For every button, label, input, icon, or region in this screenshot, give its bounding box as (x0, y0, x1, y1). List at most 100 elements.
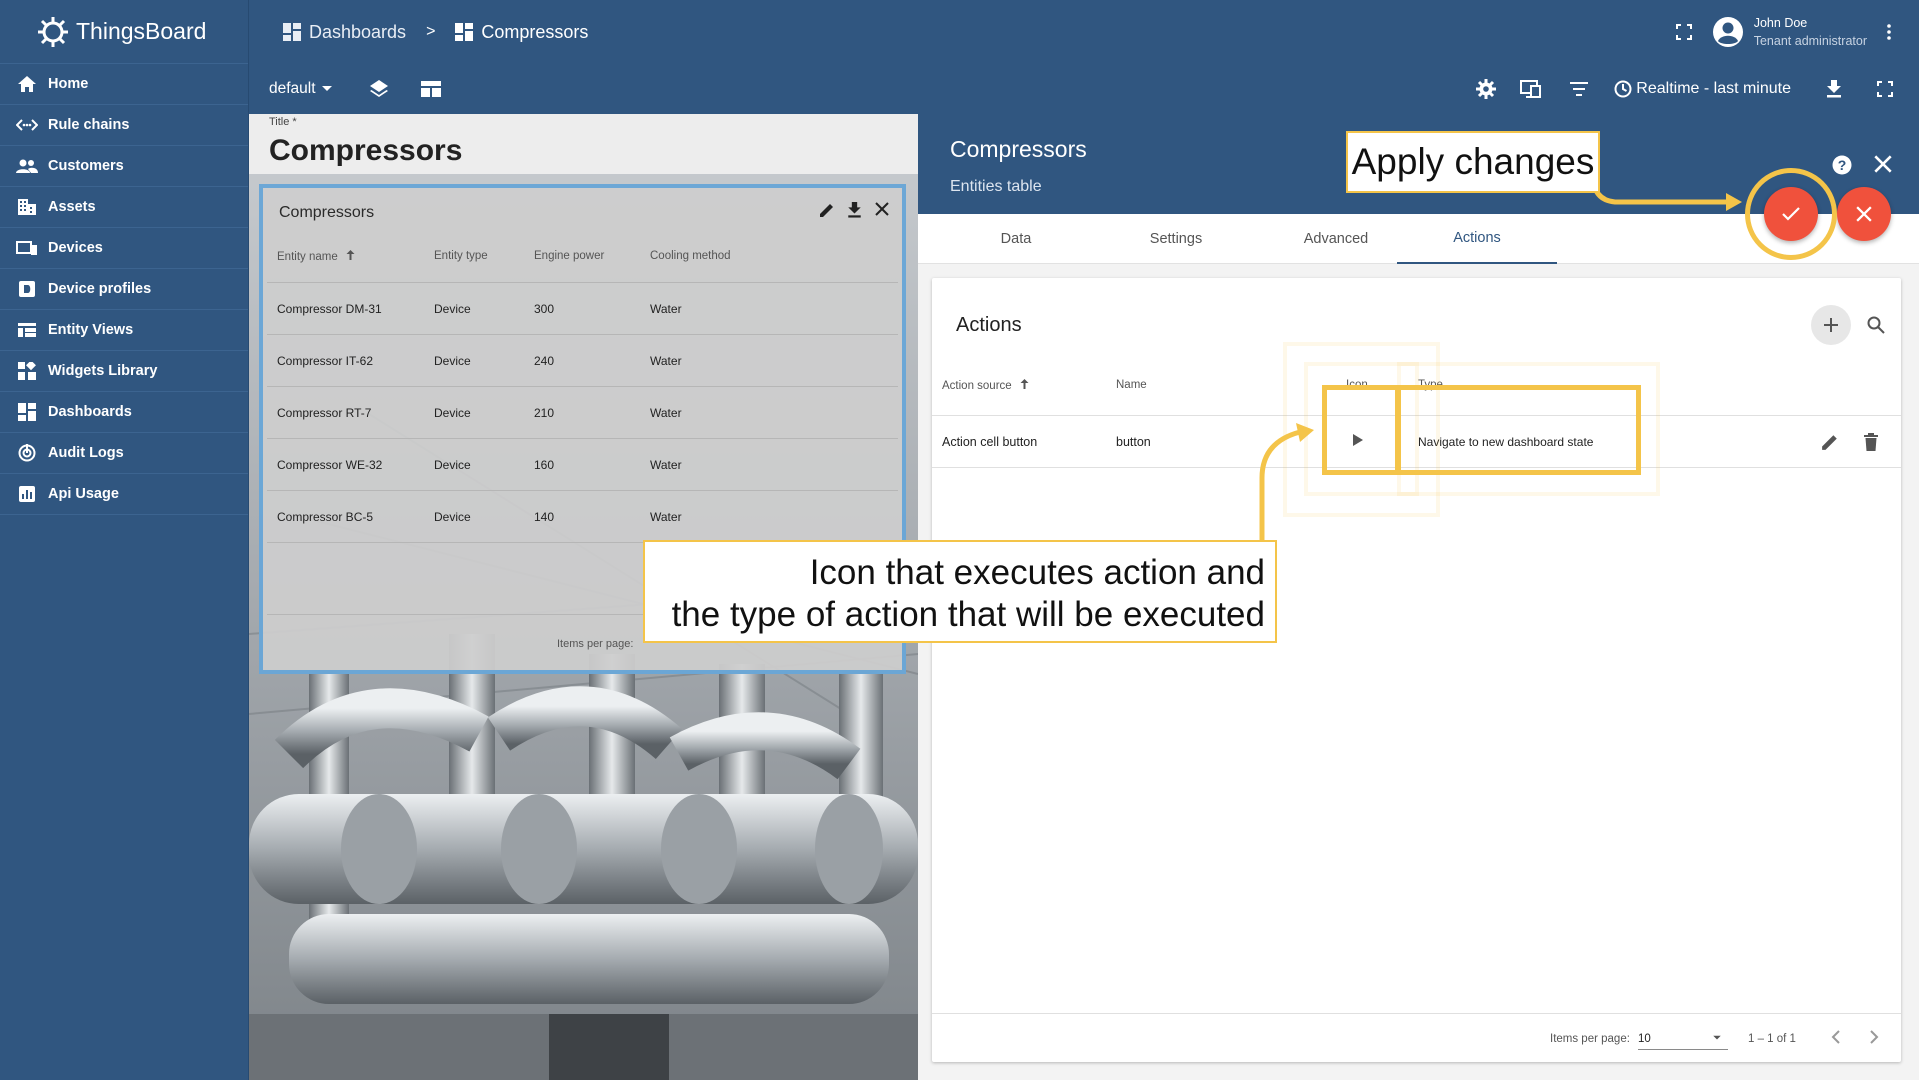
sidebar-item-home[interactable]: Home (0, 64, 248, 105)
sidebar-item-entity-views[interactable]: Entity Views (0, 310, 248, 351)
tab-settings[interactable]: Settings (1096, 214, 1256, 264)
dashboard-toolbar-right: Realtime - last minute (1476, 64, 1919, 114)
layers-icon[interactable] (369, 79, 389, 99)
fullscreen-icon[interactable] (1877, 81, 1893, 97)
breadcrumb-compressors: Compressors (455, 22, 588, 43)
close-icon[interactable] (1874, 155, 1892, 178)
close-icon[interactable] (875, 202, 889, 221)
user-area: John Doe Tenant administrator (1675, 0, 1919, 64)
table-row[interactable]: Compressor DM-31 Device 300 Water (267, 283, 898, 335)
edit-icon[interactable] (1821, 433, 1839, 454)
user-info[interactable]: John Doe Tenant administrator (1754, 14, 1867, 50)
sidebar-item-label: Entity Views (48, 322, 134, 338)
filter-icon[interactable] (1570, 82, 1589, 96)
table-row[interactable]: Action cell button button Navigate to ne… (932, 416, 1901, 468)
cell-engine-power: 160 (534, 458, 555, 472)
column-header-entity-type[interactable]: Entity type (434, 250, 488, 262)
breadcrumb-label: Dashboards (309, 21, 407, 42)
arrow-up-icon (1020, 379, 1029, 389)
add-action-button[interactable] (1811, 305, 1851, 345)
column-header-entity-name[interactable]: Entity name (277, 250, 355, 263)
chevron-right-icon[interactable] (1870, 1030, 1879, 1047)
thingsboard-logo-icon (38, 16, 68, 47)
title-field-label: Title * (269, 116, 297, 128)
column-header-name[interactable]: Name (1116, 379, 1147, 391)
app-logo[interactable]: ThingsBoard (0, 0, 248, 64)
download-icon[interactable] (1827, 80, 1841, 98)
items-per-page-label: Items per page: (557, 638, 634, 650)
cell-entity-type: Device (434, 302, 471, 316)
search-button[interactable] (1858, 307, 1894, 343)
table-row[interactable]: Compressor WE-32 Device 160 Water (267, 439, 898, 491)
entity-views-icon (16, 320, 38, 340)
timewindow-button[interactable]: Realtime - last minute (1614, 80, 1791, 98)
sidebar-item-widgets-library[interactable]: Widgets Library (0, 351, 248, 392)
chevron-left-icon[interactable] (1831, 1030, 1840, 1047)
widgets-icon (16, 361, 38, 381)
cell-entity-type: Device (434, 406, 471, 420)
arrow-up-icon (346, 250, 355, 260)
rule-chain-icon (16, 115, 38, 135)
sidebar-item-rule-chains[interactable]: Rule chains (0, 105, 248, 146)
dashboard-state-value: default (269, 80, 316, 97)
delete-icon[interactable] (1864, 433, 1878, 454)
column-header-engine-power[interactable]: Engine power (534, 250, 604, 262)
layout-icon[interactable] (420, 81, 441, 97)
download-icon[interactable] (848, 202, 861, 223)
fullscreen-icon[interactable] (1675, 24, 1692, 40)
edit-icon[interactable] (819, 202, 835, 223)
sidebar-item-audit-logs[interactable]: Audit Logs (0, 433, 248, 474)
arrow-drop-down-icon (1713, 1035, 1721, 1040)
user-role: Tenant administrator (1753, 34, 1867, 48)
clock-icon (1614, 80, 1632, 98)
tab-data[interactable]: Data (936, 214, 1096, 264)
cell-engine-power: 140 (534, 510, 555, 524)
column-header-action-source[interactable]: Action source (942, 379, 1029, 392)
column-header-cooling-method[interactable]: Cooling method (650, 250, 731, 262)
sidebar-item-label: Widgets Library (48, 363, 158, 379)
sidebar-item-assets[interactable]: Assets (0, 187, 248, 228)
dashboards-icon (283, 23, 301, 41)
play-arrow-icon (1353, 434, 1363, 449)
sidebar-item-label: Devices (48, 240, 103, 256)
sidebar-item-api-usage[interactable]: Api Usage (0, 474, 248, 515)
breadcrumb-dashboards[interactable]: Dashboards (283, 22, 406, 43)
column-header-icon[interactable]: Icon (1346, 379, 1368, 391)
tab-actions[interactable]: Actions (1397, 214, 1557, 264)
sidebar-item-device-profiles[interactable]: Device profiles (0, 269, 248, 310)
arrow-drop-down-icon (321, 86, 332, 91)
dashboard-state-select[interactable]: default (269, 80, 333, 98)
dashboard-title-bar[interactable]: Title * Compressors (249, 114, 918, 174)
more-vert-icon[interactable] (1887, 24, 1891, 40)
sidebar-item-customers[interactable]: Customers (0, 146, 248, 187)
column-header-type[interactable]: Type (1418, 379, 1443, 391)
user-name: John Doe (1753, 16, 1808, 30)
tab-advanced[interactable]: Advanced (1256, 214, 1416, 264)
help-icon[interactable]: ? (1832, 155, 1852, 180)
table-row[interactable]: Compressor IT-62 Device 240 Water (267, 335, 898, 387)
breadcrumb-label: Compressors (481, 21, 589, 42)
sidebar-item-label: Api Usage (48, 486, 119, 502)
apply-changes-button[interactable] (1764, 187, 1818, 241)
widget-config-body: Actions Action source Name Icon Type Act… (918, 264, 1919, 1080)
items-per-page-label: Items per page: (1550, 1033, 1630, 1045)
sidebar-item-label: Rule chains (48, 117, 130, 133)
cell-entity-type: Device (434, 354, 471, 368)
table-row[interactable]: Compressor BC-5 Device 140 Water (267, 491, 898, 543)
cell-entity-name: Compressor BC-5 (277, 510, 374, 524)
svg-text:?: ? (1838, 157, 1847, 173)
decline-changes-button[interactable] (1837, 187, 1891, 241)
sidebar-item-dashboards[interactable]: Dashboards (0, 392, 248, 433)
gear-icon[interactable] (1476, 79, 1497, 99)
cell-entity-type: Device (434, 458, 471, 472)
cell-cooling-method: Water (650, 406, 682, 420)
sidebar-item-label: Customers (48, 158, 124, 174)
entity-alias-icon[interactable] (1520, 80, 1542, 98)
items-per-page-select[interactable]: 10 (1638, 1028, 1728, 1050)
timewindow-label: Realtime - last minute (1636, 80, 1791, 97)
table-row[interactable]: Compressor RT-7 Device 210 Water (267, 387, 898, 439)
sidebar-item-label: Device profiles (48, 281, 152, 297)
sidebar-item-devices[interactable]: Devices (0, 228, 248, 269)
dashboards-icon (455, 23, 474, 41)
account-circle-icon[interactable] (1712, 16, 1744, 48)
